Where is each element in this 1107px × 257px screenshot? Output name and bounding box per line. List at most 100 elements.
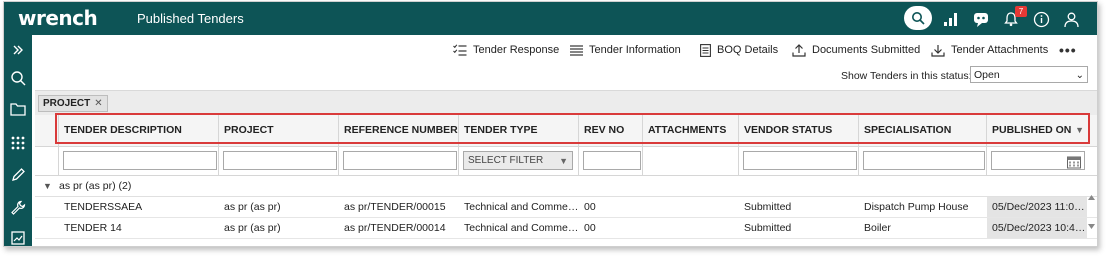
search-icon — [912, 12, 925, 25]
filter-cell — [987, 147, 1087, 175]
cell-published-on: 05/Dec/2023 11:01 ... — [987, 197, 1087, 217]
group-chip-project[interactable]: PROJECT ✕ — [38, 95, 108, 112]
more-options-button[interactable]: ••• — [1059, 42, 1077, 58]
info-icon — [1033, 11, 1049, 27]
column-header-rev-no[interactable]: REV NO — [579, 115, 643, 146]
cell-published-on: 05/Dec/2023 10:43 ... — [987, 218, 1087, 238]
status-filter-select[interactable]: Open ⌄ — [970, 66, 1088, 83]
cell-rev-no: 00 — [584, 201, 596, 213]
search-button[interactable] — [904, 6, 932, 30]
cell-attachments — [643, 218, 739, 238]
cell-project: as pr (as pr) — [224, 222, 281, 234]
cell-reference-number: as pr/TENDER/00014 — [344, 222, 446, 234]
document-icon — [700, 43, 711, 57]
filter-vendor-status-input[interactable] — [743, 151, 857, 170]
app-window: wrench Published Tenders 7 Tender Respon… — [3, 1, 1098, 247]
cell-specialisation: Boiler — [864, 222, 891, 234]
chat-bot-icon — [974, 13, 988, 27]
app-logo: wrench — [18, 6, 98, 30]
filter-cell — [579, 147, 643, 175]
boq-details-button[interactable]: BOQ Details — [700, 43, 778, 57]
filter-cell — [859, 147, 987, 175]
filter-tender-type-placeholder: SELECT FILTER — [468, 155, 544, 166]
filter-tender-type-select[interactable]: SELECT FILTER ▼ — [463, 151, 573, 170]
chat-button[interactable] — [968, 6, 994, 32]
column-header-tender-type[interactable]: TENDER TYPE — [459, 115, 579, 146]
table-row[interactable]: TENDER 14 as pr (as pr) as pr/TENDER/000… — [35, 218, 1097, 239]
vertical-scrollbar[interactable] — [1087, 192, 1096, 232]
sidebar-folder[interactable] — [7, 98, 29, 120]
group-chip-label: PROJECT — [43, 98, 91, 109]
documents-submitted-button[interactable]: Documents Submitted — [792, 43, 920, 57]
double-chevron-right-icon — [13, 45, 23, 55]
top-bar: wrench Published Tenders 7 — [4, 2, 1097, 35]
group-label: as pr (as pr) (2) — [59, 180, 132, 192]
table-row[interactable]: TENDERSSAEA as pr (as pr) as pr/TENDER/0… — [35, 197, 1097, 218]
cell-rev-no: 00 — [584, 222, 596, 234]
column-header-project[interactable]: PROJECT — [219, 115, 339, 146]
cell-vendor-status: Submitted — [744, 201, 792, 213]
column-header-tender-description[interactable]: TENDER DESCRIPTION — [59, 115, 219, 146]
group-row[interactable]: ▼ as pr (as pr) (2) — [35, 176, 1097, 197]
sidebar-edit[interactable] — [7, 164, 29, 186]
filter-reference-number-input[interactable] — [343, 151, 457, 170]
filter-rev-no-input[interactable] — [583, 151, 641, 170]
filter-specialisation-input[interactable] — [863, 151, 985, 170]
lines-icon — [570, 44, 583, 56]
sort-down-icon[interactable]: ▼ — [1075, 115, 1084, 146]
expand-sidebar-button[interactable] — [7, 39, 29, 61]
close-icon[interactable]: ✕ — [94, 96, 102, 111]
checklist-icon — [453, 44, 467, 56]
status-filter-label: Show Tenders in this status: — [841, 70, 972, 82]
tender-information-button[interactable]: Tender Information — [570, 43, 681, 57]
sidebar-tools[interactable] — [7, 197, 29, 219]
notification-badge: 7 — [1015, 6, 1027, 17]
filter-project-input[interactable] — [223, 151, 337, 170]
more-dots-icon: ••• — [1059, 42, 1077, 58]
header-spacer — [35, 115, 59, 146]
chevron-down-icon: ▼ — [559, 156, 568, 166]
filter-spacer — [35, 147, 59, 175]
sidebar-reports[interactable] — [7, 227, 29, 246]
wrench-icon — [11, 200, 26, 215]
cell-reference-number: as pr/TENDER/00015 — [344, 201, 446, 213]
documents-submitted-label: Documents Submitted — [812, 44, 921, 56]
cell-project: as pr (as pr) — [224, 201, 281, 213]
signal-bars-icon — [944, 13, 957, 26]
filter-published-on-input[interactable] — [991, 151, 1085, 170]
filter-tender-description-input[interactable] — [63, 151, 217, 170]
column-header-attachments[interactable]: ATTACHMENTS — [643, 115, 739, 146]
filter-cell: SELECT FILTER ▼ — [459, 147, 579, 175]
page-title: Published Tenders — [137, 11, 244, 26]
tender-attachments-label: Tender Attachments — [951, 44, 1049, 56]
column-header-reference-number[interactable]: REFERENCE NUMBER — [339, 115, 459, 146]
tender-response-label: Tender Response — [473, 44, 560, 56]
cell-specialisation: Dispatch Pump House — [864, 201, 969, 213]
filter-cell — [739, 147, 859, 175]
caret-down-icon[interactable]: ▼ — [43, 176, 52, 196]
upload-icon — [792, 43, 806, 57]
tender-attachments-button[interactable]: Tender Attachments — [931, 43, 1048, 57]
filter-cell — [643, 147, 739, 175]
signal-button[interactable] — [938, 6, 964, 32]
column-header-specialisation[interactable]: SPECIALISATION — [859, 115, 987, 146]
report-icon — [11, 231, 25, 245]
published-on-label: PUBLISHED ON — [992, 124, 1072, 136]
cell-tender-type: Technical and Commerc... — [464, 201, 579, 213]
calendar-icon[interactable] — [1067, 155, 1081, 169]
apps-grid-icon — [11, 136, 25, 150]
grid-header-row: TENDER DESCRIPTION PROJECT REFERENCE NUM… — [35, 115, 1097, 147]
cell-tender-type: Technical and Commerc... — [464, 222, 579, 234]
sidebar-apps[interactable] — [7, 132, 29, 154]
column-header-published-on[interactable]: PUBLISHED ON ▼ — [987, 115, 1087, 146]
sidebar — [4, 35, 32, 246]
column-header-vendor-status[interactable]: VENDOR STATUS — [739, 115, 859, 146]
info-button[interactable] — [1028, 6, 1054, 32]
tender-response-button[interactable]: Tender Response — [453, 43, 559, 57]
group-by-panel: PROJECT ✕ — [35, 90, 1097, 116]
search-icon — [11, 71, 26, 86]
sidebar-search[interactable] — [7, 67, 29, 89]
pencil-icon — [12, 168, 25, 181]
cell-tender-description: TENDER 14 — [64, 222, 122, 234]
user-button[interactable] — [1058, 6, 1084, 32]
